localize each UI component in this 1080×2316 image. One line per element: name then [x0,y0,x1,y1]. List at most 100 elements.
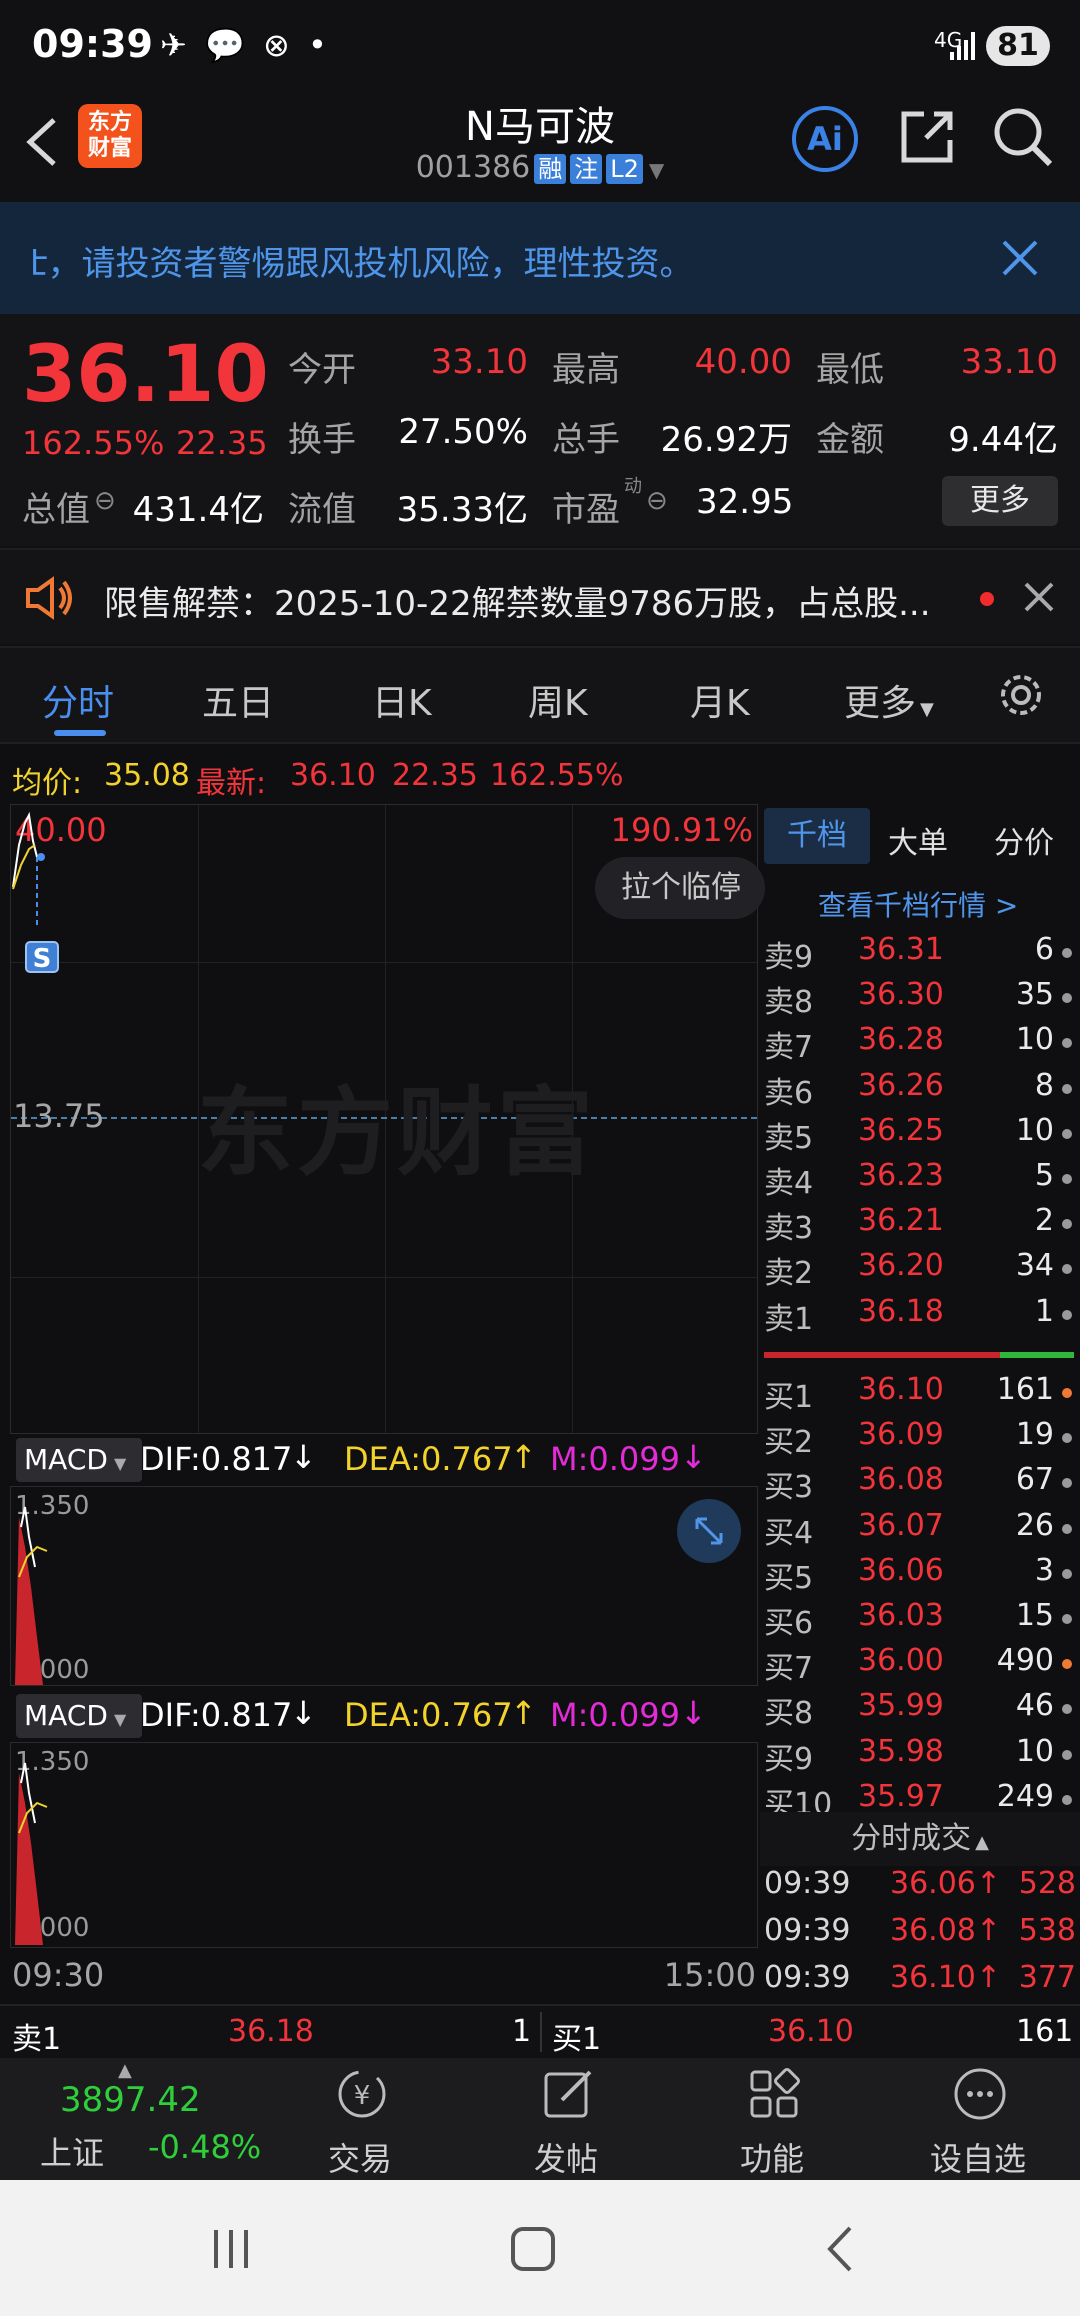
macd-m: M:0.099 [550,1696,680,1734]
trade-time: 09:39 [764,1960,851,1995]
close-notice-button[interactable] [998,236,1042,280]
chart-top-pct: 190.91% [610,811,753,849]
bid-row[interactable]: 买7 36.00 490 [764,1643,1080,1688]
macd-header-2: MACD ▼ DIF:0.817 ↓ DEA:0.767 ↑ M:0.099 ↓ [10,1688,758,1742]
chart-settings-button[interactable] [996,670,1046,720]
m-down-arrow-icon: ↓ [680,1438,707,1476]
expand-icon [695,1517,723,1545]
tab-weekly-k[interactable]: 周K [528,674,588,726]
bid-row[interactable]: 买9 35.98 10 [764,1734,1080,1779]
view-depth-link[interactable]: 查看千档行情 > [818,884,1018,924]
best-bid-price: 36.10 [768,2014,854,2049]
home-button[interactable] [508,2224,558,2274]
sell-signal-label: S [32,944,52,974]
trade-price: 36.06↑ [890,1866,1002,1901]
tab-depth-active[interactable]: 千档 [764,808,870,864]
system-back-button[interactable] [816,2224,866,2274]
ai-button[interactable]: Ai [792,106,858,172]
book-level-label: 卖8 [764,985,814,1021]
bid-row[interactable]: 买2 36.09 19 [764,1417,1080,1462]
limit-tip-button[interactable]: 拉个临停 [595,857,765,919]
ask-row[interactable]: 卖8 36.30 35 [764,977,1080,1022]
trade-time: 09:39 [764,1913,851,1948]
book-level-label: 卖6 [764,1075,814,1111]
tab-big-orders[interactable]: 大单 [888,818,948,862]
book-volume: 10 [1015,1112,1054,1148]
amount-label: 金额 [816,420,884,460]
bid-row[interactable]: 买4 36.07 26 [764,1508,1080,1553]
lockup-banner[interactable]: 限售解禁：2025-10-22解禁数量9786万股，占总股... [0,548,1080,644]
tab-more[interactable]: 更多 ▼ [844,674,934,726]
macd-selector-2[interactable]: MACD ▼ [16,1694,142,1738]
volume-dot-icon [1062,1264,1072,1275]
bid-row[interactable]: 买3 36.08 67 [764,1462,1080,1507]
add-watchlist-button[interactable]: 设自选 [908,2058,1048,2180]
share-button[interactable] [896,104,960,168]
search-button[interactable] [990,104,1056,170]
volume-dot-icon [1062,1614,1072,1624]
signal-bars-icon [948,28,980,62]
volume-value: 26.92万 [660,420,792,460]
close-icon [1024,582,1054,612]
depth-ratio-bar [764,1352,1074,1358]
book-volume: 19 [1015,1417,1054,1453]
dif-down-arrow-icon: ↓ [290,1438,317,1476]
tab-price-dist[interactable]: 分价 [994,818,1054,862]
market-cap-label: 总值 [22,490,90,530]
float-cap-value: 35.33亿 [396,490,528,530]
book-price: 36.03 [858,1598,944,1633]
float-cap-label: 流值 [288,490,356,530]
volume-dot-icon [1062,1219,1072,1230]
functions-button[interactable]: 功能 [702,2058,842,2180]
post-button[interactable]: 发帖 [496,2058,636,2180]
sell-signal-badge[interactable]: S [25,941,59,974]
ask-row[interactable]: 卖5 36.25 10 [764,1113,1080,1158]
book-price: 35.97 [858,1778,944,1814]
high-value: 40.00 [694,342,792,382]
expand-chart-button[interactable] [677,1499,741,1563]
macd-dea: DEA:0.767 [344,1696,513,1734]
ask-row[interactable]: 卖6 36.26 8 [764,1068,1080,1113]
index-widget[interactable]: ▲ 3897.42 上证 -0.48% [30,2058,261,2180]
recent-apps-button[interactable] [206,2224,256,2274]
ask-row[interactable]: 卖2 36.20 34 [764,1248,1080,1293]
search-icon [994,108,1053,167]
open-label: 今开 [288,350,356,390]
ask-row[interactable]: 卖4 36.23 5 [764,1158,1080,1203]
macd-panel-2[interactable]: 1.350 0.000 [10,1742,758,1948]
trade-volume: 528 [1018,1866,1076,1901]
best-ask-volume: 1 [512,2014,532,2049]
close-lockup-button[interactable] [1022,580,1056,614]
macd-panel-1[interactable]: 1.350 0.000 [10,1486,758,1686]
bid-row[interactable]: 买5 36.06 3 [764,1553,1080,1598]
tab-daily-k[interactable]: 日K [372,674,432,726]
bid-row[interactable]: 买8 35.99 46 [764,1688,1080,1733]
avg-label: 均价: [12,766,83,801]
tab-intraday[interactable]: 分时 [42,674,114,726]
ask-row[interactable]: 卖7 36.28 10 [764,1022,1080,1067]
tab-monthly-k[interactable]: 月K [690,674,750,726]
macd-histogram [15,1762,48,1945]
book-level-label: 卖4 [764,1166,814,1201]
index-name: 上证 [40,2134,105,2172]
macd-selector-1[interactable]: MACD ▼ [16,1438,142,1482]
index-value: 3897.42 [60,2080,201,2120]
volume-dot-icon [1062,1523,1072,1534]
intraday-chart[interactable]: 东方财富 40.00 190.91% 13.75 S 拉个临停 [10,804,765,1434]
trades-title-row[interactable]: 分时成交 ▲ [760,1812,1080,1866]
ask-row[interactable]: 卖1 36.18 1 [764,1294,1080,1339]
ask-row[interactable]: 卖9 36.31 6 [764,932,1080,977]
book-volume: 5 [1034,1158,1054,1193]
volume-dot-icon [1062,1083,1072,1094]
status-icons: ✈ 💬 ⊗ • [160,26,327,64]
bid-row[interactable]: 买6 36.03 15 [764,1598,1080,1643]
volume-dot-icon [1062,1794,1072,1805]
book-price: 35.98 [858,1733,944,1769]
macd-dif: DIF:0.817 [140,1696,293,1734]
ask-row[interactable]: 卖3 36.21 2 [764,1203,1080,1248]
trade-button[interactable]: ¥ 交易 [290,2058,430,2180]
more-quote-button[interactable]: 更多 [942,476,1058,526]
tab-five-day[interactable]: 五日 [202,674,274,726]
book-volume: 2 [1034,1203,1054,1239]
bid-row[interactable]: 买1 36.10 161 [764,1372,1080,1417]
